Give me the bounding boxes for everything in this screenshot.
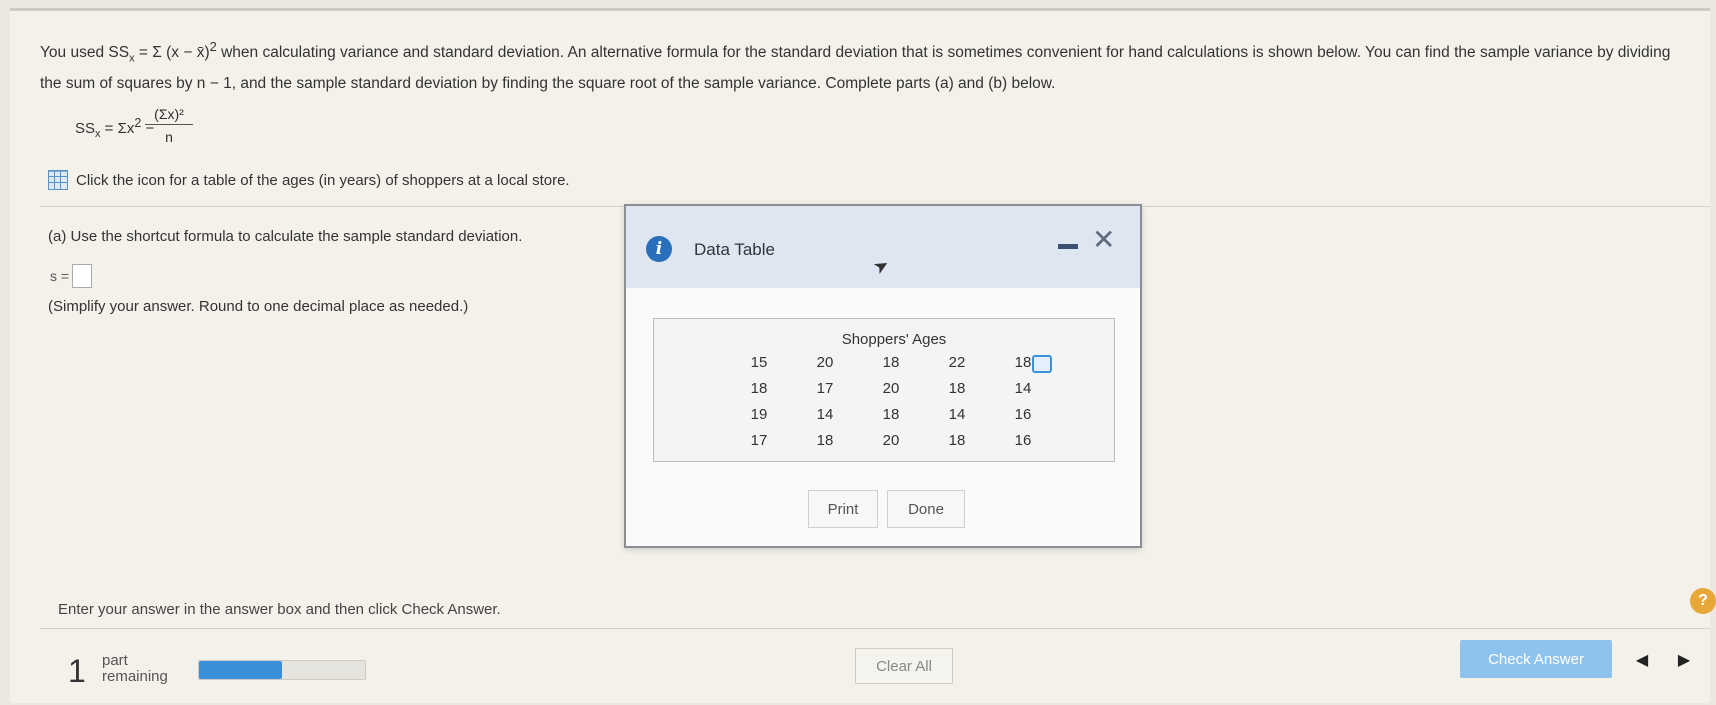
next-question-button[interactable]: ▶ [1672, 648, 1696, 672]
progress-bar [198, 660, 366, 680]
check-answer-button[interactable]: Check Answer [1460, 640, 1612, 678]
close-icon[interactable]: ✕ [1092, 226, 1115, 254]
mouse-cursor-icon: ➤ [869, 253, 893, 279]
parts-remaining-label: part remaining [102, 652, 168, 685]
table-row: 19 14 18 14 16 [726, 401, 1056, 427]
table-cell: 15 [750, 353, 768, 371]
table-cell: 14 [1014, 379, 1032, 397]
table-caption: Shoppers' Ages [841, 331, 947, 348]
footer-divider [40, 628, 1710, 629]
table-cell: 14 [948, 405, 966, 423]
question-text: You used SSx = Σ (x − x̄)2 when calculat… [40, 39, 1671, 93]
table-cell: 18 [882, 353, 900, 371]
table-row: 15 20 18 22 18 [726, 349, 1056, 375]
table-cell: 17 [816, 379, 834, 397]
top-border [10, 8, 1710, 11]
minimize-icon[interactable] [1058, 244, 1078, 249]
table-cell: 19 [750, 405, 768, 423]
info-icon: i [646, 236, 672, 262]
previous-question-button[interactable]: ◀ [1630, 648, 1654, 672]
answer-row: s = [50, 264, 93, 288]
table-cell: 20 [816, 353, 834, 371]
dialog-header: i Data Table ✕ ➤ [626, 206, 1140, 288]
clear-all-button[interactable]: Clear All [855, 648, 953, 684]
part-a-prompt: (a) Use the shortcut formula to calculat… [48, 228, 523, 245]
progress-fill [199, 661, 282, 679]
table-cell: 18 [882, 405, 900, 423]
table-cell: 18 [816, 431, 834, 449]
table-cell: 18 [750, 379, 768, 397]
table-cell: 22 [948, 353, 966, 371]
table-cell: 18 [948, 431, 966, 449]
table-row: 17 18 20 18 16 [726, 427, 1056, 453]
answer-input[interactable] [72, 264, 93, 288]
copy-data-icon[interactable] [1032, 355, 1052, 373]
parts-remaining-count: 1 [68, 653, 86, 689]
dialog-title: Data Table [694, 240, 775, 259]
table-cell: 20 [882, 431, 900, 449]
table-cell: 16 [1014, 431, 1032, 449]
table-link-row[interactable]: Click the icon for a table of the ages (… [48, 170, 570, 190]
table-cell: 18 [948, 379, 966, 397]
shortcut-formula: SSx = Σx2 − [75, 116, 155, 140]
table-cell: 16 [1014, 405, 1032, 423]
help-button[interactable]: ? [1690, 588, 1716, 614]
table-cell: 14 [816, 405, 834, 423]
table-row: 18 17 20 18 14 [726, 375, 1056, 401]
print-button[interactable]: Print [808, 490, 878, 528]
answer-hint: (Simplify your answer. Round to one deci… [48, 298, 469, 315]
table-cell: 17 [750, 431, 768, 449]
table-grid-icon[interactable] [48, 170, 68, 190]
done-button[interactable]: Done [887, 490, 965, 528]
formula-fraction: (Σx)² n [145, 106, 193, 145]
table-cell: 20 [882, 379, 900, 397]
data-table-frame: Shoppers' Ages 15 20 18 22 18 18 17 20 18 14 19 14 1… [653, 318, 1115, 462]
data-table-dialog: i Data Table ✕ ➤ Shoppers' Ages 15 20 18 22… [624, 204, 1142, 548]
ages-table: 15 20 18 22 18 18 17 20 18 14 19 14 18 14 16 17 18 20 18 16 [726, 349, 1056, 453]
answer-label: s = [50, 268, 70, 284]
table-link-text: Click the icon for a table of the ages (… [76, 171, 570, 189]
footer-instruction: Enter your answer in the answer box and … [58, 601, 501, 618]
